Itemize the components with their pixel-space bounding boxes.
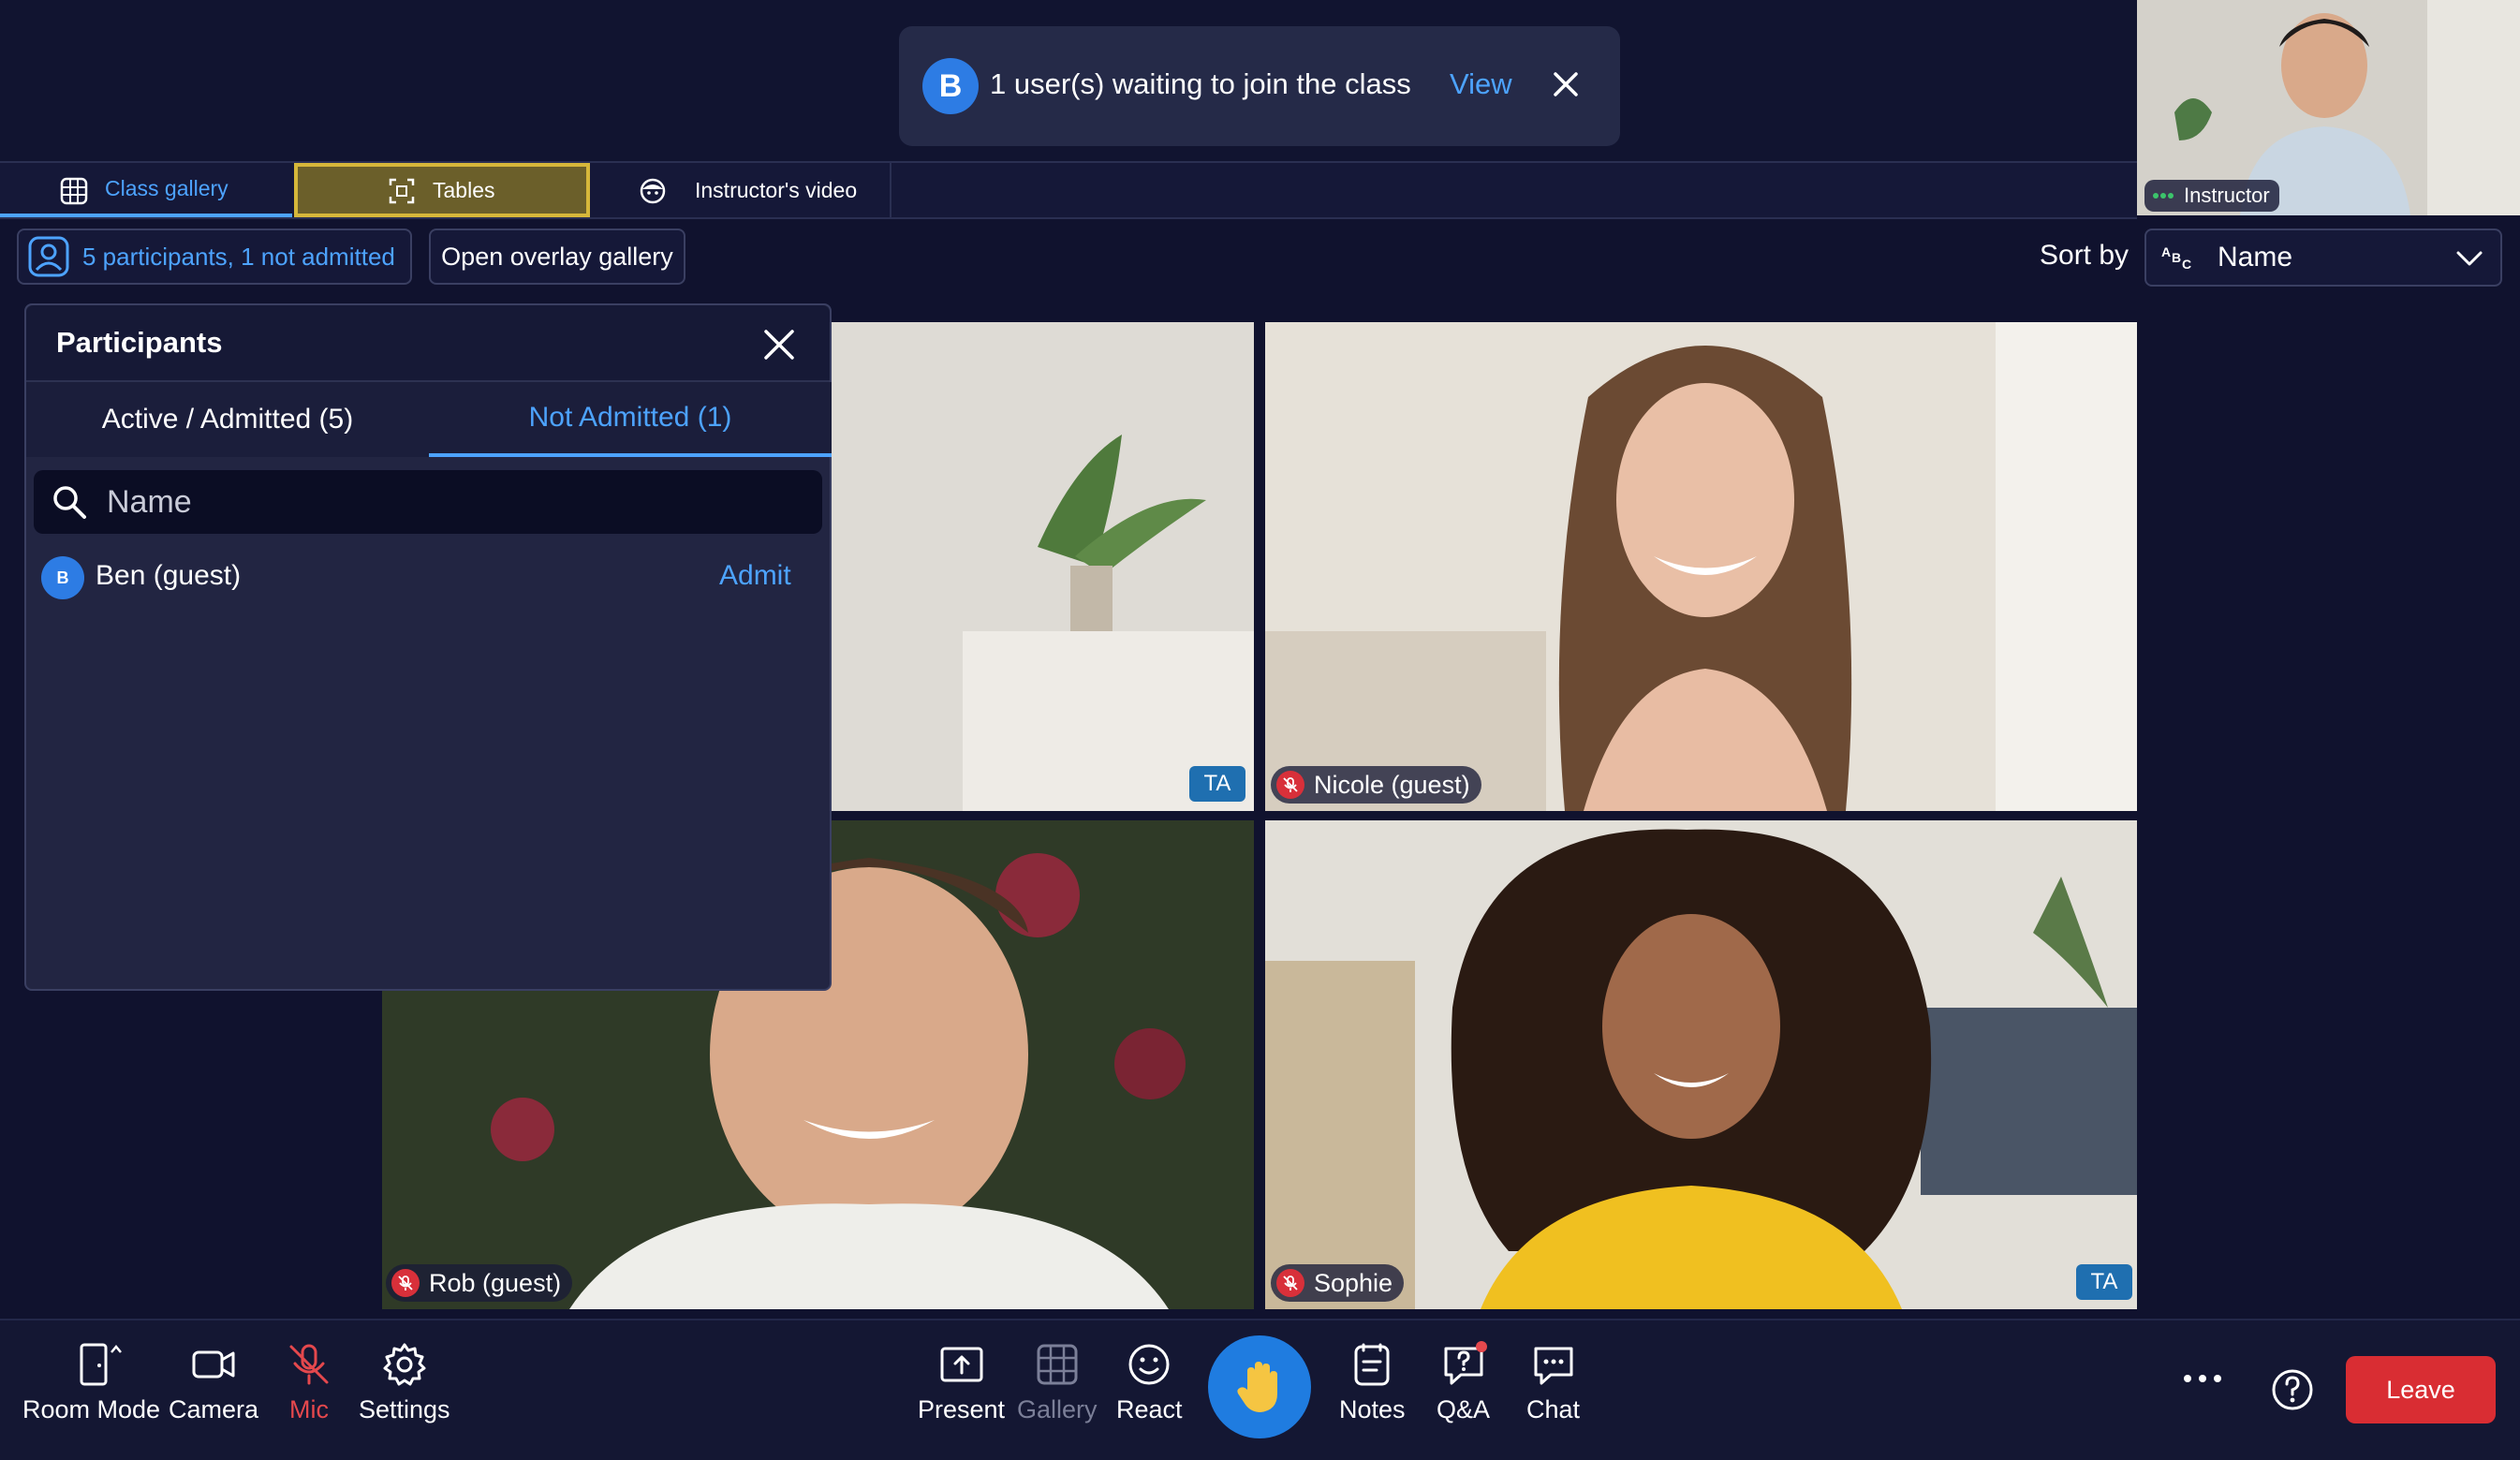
raise-hand-button[interactable] [1208, 1335, 1311, 1438]
waiting-user-avatar: B [922, 58, 979, 114]
video-tile[interactable]: Nicole (guest) [1265, 322, 2137, 811]
view-waiting-link[interactable]: View [1450, 67, 1512, 101]
qa-button[interactable]: Q&A [1437, 1341, 1490, 1424]
smile-icon [1126, 1341, 1172, 1388]
camera-icon [190, 1341, 237, 1388]
mic-muted-icon [391, 1269, 420, 1297]
participant-video-image [1265, 820, 2137, 1309]
raised-hand-icon [1231, 1358, 1289, 1416]
alphabetical-sort-icon: ABC [2161, 243, 2199, 272]
svg-text:B: B [2172, 250, 2181, 265]
tab-label: Class gallery [105, 175, 228, 200]
toolbar-label: Chat [1526, 1395, 1581, 1423]
help-icon[interactable] [2270, 1367, 2315, 1412]
sort-by-label: Sort by [2040, 240, 2129, 271]
settings-button[interactable]: Settings [359, 1341, 450, 1424]
panel-title: Participants [56, 326, 223, 359]
participant-video-image [1265, 322, 2137, 811]
notes-icon [1348, 1341, 1395, 1388]
present-icon [938, 1341, 985, 1388]
question-bubble-icon [1440, 1341, 1487, 1388]
close-icon[interactable] [760, 326, 798, 363]
svg-text:C: C [2182, 257, 2191, 272]
sort-value: Name [2218, 242, 2293, 273]
participant-name-tag: Nicole (guest) [1271, 766, 1481, 804]
mic-button[interactable]: Mic [286, 1341, 332, 1424]
participant-name: Sophie [1314, 1268, 1393, 1297]
bottom-toolbar: Room Mode Camera Mic Settings Present Ga… [0, 1319, 2520, 1460]
camera-button[interactable]: Camera [169, 1341, 258, 1424]
instructor-label: Instructor [2144, 180, 2279, 212]
view-tabs: Class gallery Tables Instructor's video [0, 161, 2137, 219]
tab-tables[interactable]: Tables [294, 163, 590, 217]
person-icon [28, 236, 69, 277]
gallery-grid-icon [1034, 1341, 1081, 1388]
present-button[interactable]: Present [918, 1341, 1005, 1424]
participants-count: 5 participants, 1 not admitted [82, 242, 395, 271]
toolbar-label: Settings [359, 1395, 450, 1423]
mic-off-icon [286, 1341, 332, 1388]
tab-active-admitted[interactable]: Active / Admitted (5) [26, 382, 429, 457]
instructor-name: Instructor [2184, 184, 2270, 207]
participants-panel: Participants Active / Admitted (5) Not A… [24, 303, 832, 991]
chevron-down-icon [2455, 247, 2483, 270]
participant-name: Rob (guest) [429, 1268, 562, 1297]
toolbar-label: Room Mode [22, 1395, 161, 1423]
notes-button[interactable]: Notes [1339, 1341, 1406, 1424]
tab-class-gallery[interactable]: Class gallery [0, 163, 292, 217]
gallery-grid-icon [60, 177, 88, 205]
svg-text:A: A [2161, 244, 2171, 259]
toolbar-label: Notes [1339, 1395, 1406, 1423]
participant-name: Nicole (guest) [1314, 770, 1470, 799]
leave-button[interactable]: Leave [2346, 1356, 2496, 1423]
react-button[interactable]: React [1116, 1341, 1183, 1424]
sort-select[interactable]: ABC Name [2144, 229, 2502, 287]
gallery-button[interactable]: Gallery [1017, 1341, 1098, 1424]
face-icon [639, 177, 667, 205]
participant-row-name: Ben (guest) [96, 560, 242, 591]
waiting-notification: B 1 user(s) waiting to join the class Vi… [899, 26, 1620, 146]
participant-name-tag: Sophie [1271, 1264, 1405, 1302]
panel-header: Participants [26, 305, 830, 382]
toolbar-label: React [1116, 1395, 1183, 1423]
waiting-message: 1 user(s) waiting to join the class [990, 67, 1411, 100]
room-mode-button[interactable]: Room Mode [22, 1341, 160, 1424]
open-overlay-gallery-button[interactable]: Open overlay gallery [429, 229, 685, 285]
toolbar-label: Q&A [1437, 1395, 1491, 1423]
toolbar-label: Present [918, 1395, 1006, 1423]
video-tile[interactable]: Sophie TA [1265, 820, 2137, 1309]
gear-icon [381, 1341, 428, 1388]
tab-instructors-video[interactable]: Instructor's video [592, 163, 892, 217]
toolbar-label: Camera [169, 1395, 259, 1423]
close-icon[interactable] [1545, 64, 1586, 105]
participant-name-tag: Rob (guest) [386, 1264, 573, 1302]
participants-button[interactable]: 5 participants, 1 not admitted [17, 229, 412, 285]
toolbar-label: Mic [289, 1395, 329, 1423]
search-icon [51, 483, 88, 521]
ta-badge: TA [2076, 1264, 2132, 1300]
mic-muted-icon [1276, 771, 1304, 799]
instructor-video[interactable]: Instructor [2137, 0, 2520, 215]
tables-icon [388, 177, 416, 205]
tab-label: Instructor's video [695, 177, 858, 202]
toolbar-label: Gallery [1017, 1395, 1098, 1423]
chat-bubble-icon [1530, 1341, 1577, 1388]
signal-icon [2152, 191, 2174, 200]
more-options-icon[interactable] [2182, 1369, 2223, 1388]
ta-badge: TA [1189, 766, 1245, 802]
tab-label: Tables [433, 177, 495, 202]
participant-search[interactable] [34, 470, 822, 534]
admit-button[interactable]: Admit [719, 560, 791, 592]
avatar: B [41, 556, 84, 599]
mic-muted-icon [1276, 1269, 1304, 1297]
search-input[interactable] [105, 482, 764, 522]
chat-button[interactable]: Chat [1526, 1341, 1580, 1424]
door-icon [59, 1341, 125, 1388]
tab-not-admitted[interactable]: Not Admitted (1) [429, 382, 832, 457]
